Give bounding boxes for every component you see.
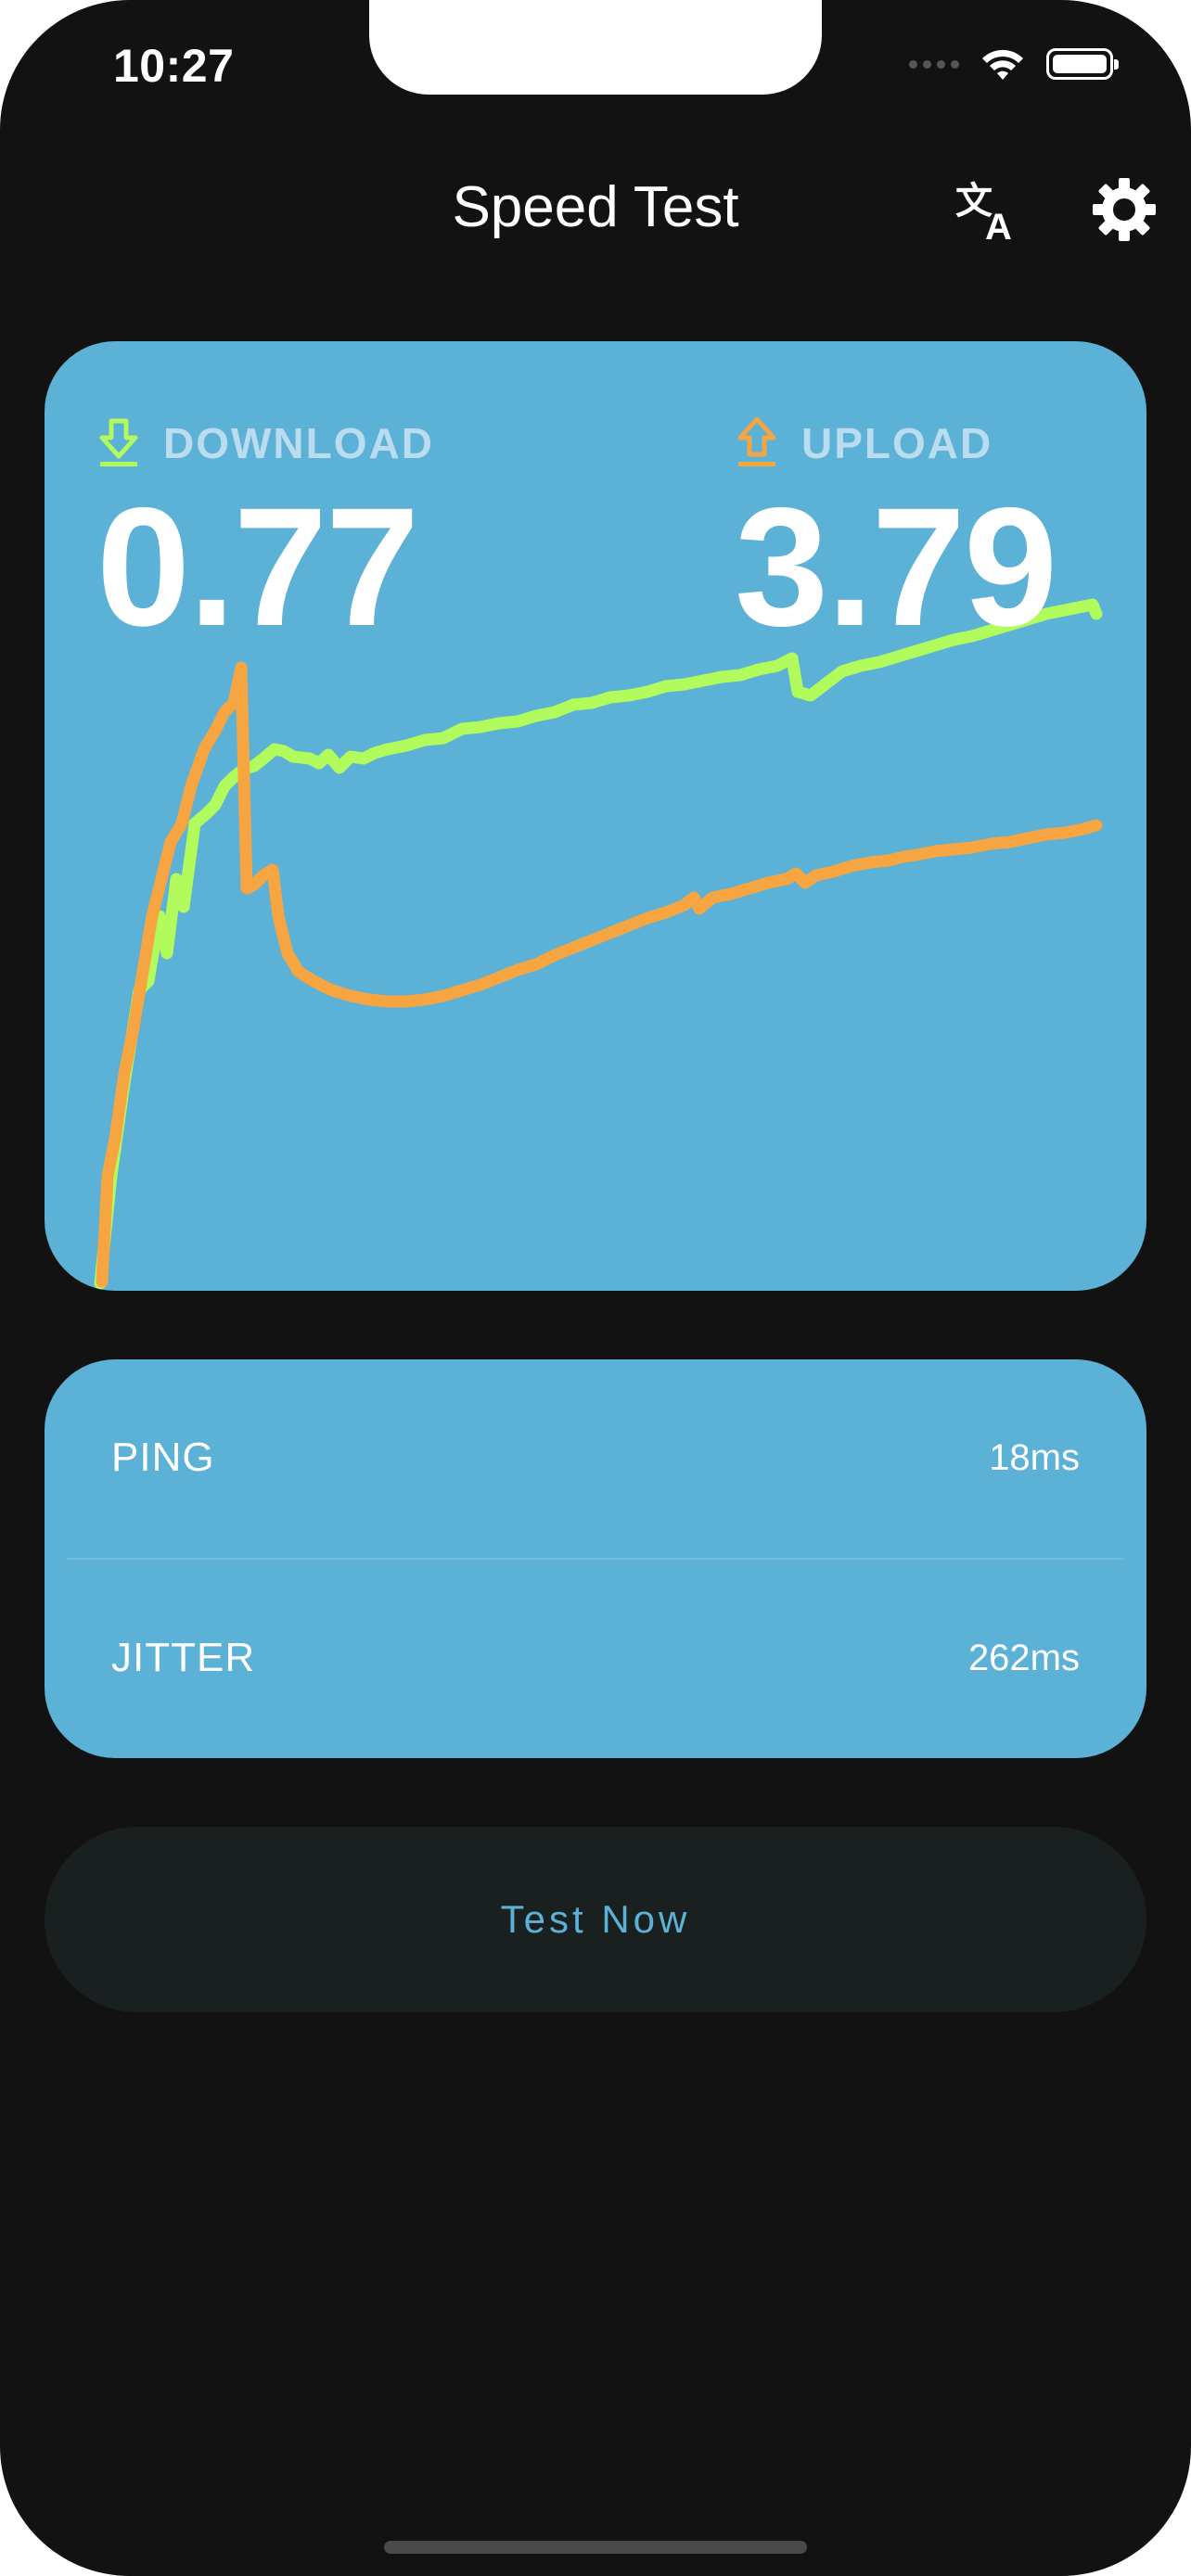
download-metric: DOWNLOAD 0.77 <box>96 415 434 651</box>
jitter-row: JITTER 262ms <box>111 1612 1080 1704</box>
download-icon <box>99 418 138 466</box>
download-label: DOWNLOAD <box>163 419 434 467</box>
settings-icon[interactable] <box>1089 174 1159 245</box>
upload-metric: UPLOAD 3.79 <box>735 415 1057 661</box>
battery-icon <box>1046 48 1119 80</box>
device-notch <box>369 0 822 95</box>
jitter-label: JITTER <box>111 1635 256 1680</box>
phone-screen: 10:27 Speed Test 文 A DOWNLOAD 0.77 UPLOA… <box>0 0 1191 2576</box>
wifi-icon <box>982 49 1023 80</box>
download-value: 0.77 <box>96 472 419 661</box>
translate-icon[interactable]: 文 A <box>954 174 1024 245</box>
ping-value: 18ms <box>989 1436 1080 1478</box>
status-icons <box>909 46 1119 82</box>
home-indicator[interactable] <box>384 2541 807 2554</box>
cellular-signal-icon <box>909 59 959 69</box>
stats-card: PING 18ms JITTER 262ms <box>45 1359 1146 1758</box>
upload-label: UPLOAD <box>801 419 993 467</box>
status-time: 10:27 <box>113 40 235 92</box>
speed-card: DOWNLOAD 0.77 UPLOAD 3.79 <box>45 341 1146 1291</box>
ping-label: PING <box>111 1435 215 1480</box>
upload-line <box>96 661 1103 1288</box>
jitter-value: 262ms <box>967 1637 1080 1678</box>
upload-icon <box>737 417 776 466</box>
stats-divider <box>67 1558 1124 1560</box>
svg-text:A: A <box>985 207 1012 245</box>
upload-value: 3.79 <box>735 472 1057 661</box>
ping-row: PING 18ms <box>111 1411 1080 1504</box>
test-now-button[interactable]: Test Now <box>45 1827 1146 2012</box>
